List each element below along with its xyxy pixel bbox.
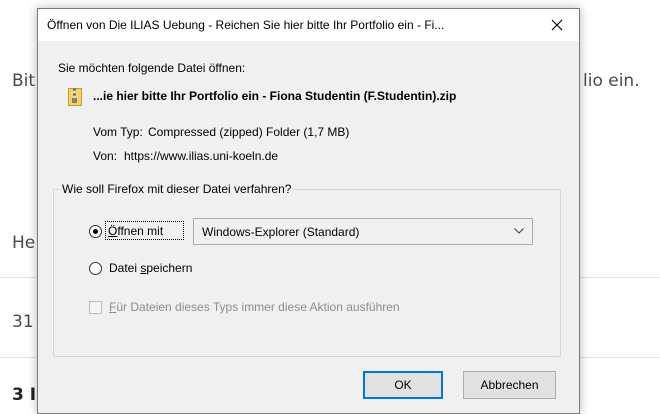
file-name: ...ie hier bitte Ihr Portfolio ein - Fio…	[93, 89, 457, 103]
zip-folder-icon	[68, 88, 82, 106]
file-type-label: Vom Typ:	[93, 125, 143, 139]
close-icon	[551, 19, 563, 31]
file-source-value: https://www.ilias.uni-koeln.de	[124, 149, 279, 163]
dialog-content: Sie möchten folgende Datei öffnen: ...ie…	[38, 41, 579, 413]
open-with-label[interactable]: Öffnen mit	[108, 224, 163, 238]
save-file-label[interactable]: Datei speichern	[109, 261, 192, 275]
always-action-label: Für Dateien dieses Typs immer diese Akti…	[109, 300, 400, 314]
background-row-bold-text: 3 I	[12, 385, 37, 405]
radio-selected-dot	[93, 229, 98, 234]
background-heading: He	[12, 233, 36, 253]
action-group-legend: Wie soll Firefox mit dieser Datei verfah…	[59, 182, 295, 196]
cancel-button[interactable]: Abbrechen	[463, 371, 556, 399]
open-with-radio[interactable]	[89, 225, 102, 238]
background-text-right: lio ein.	[583, 71, 640, 91]
always-action-label-rest: ür Dateien dieses Typs immer diese Aktio…	[116, 300, 400, 314]
close-button[interactable]	[535, 9, 579, 41]
open-file-dialog: Öffnen von Die ILIAS Uebung - Reichen Si…	[37, 8, 580, 414]
open-with-label-rest: ffnen mit	[117, 224, 164, 238]
dialog-intro-text: Sie möchten folgende Datei öffnen:	[58, 61, 246, 75]
open-with-accelerator: Ö	[108, 224, 118, 238]
ok-button[interactable]: OK	[363, 371, 443, 399]
background-row-text: 31	[12, 312, 34, 332]
save-file-label-pre: Datei	[109, 261, 141, 275]
dialog-titlebar: Öffnen von Die ILIAS Uebung - Reichen Si…	[38, 9, 579, 41]
chevron-down-icon	[514, 228, 524, 234]
dialog-title: Öffnen von Die ILIAS Uebung - Reichen Si…	[47, 18, 445, 32]
file-source-label: Von:	[93, 149, 118, 163]
file-type-value: Compressed (zipped) Folder (1,7 MB)	[148, 125, 350, 139]
background-text-left: Bit	[12, 71, 36, 91]
application-select-value: Windows-Explorer (Standard)	[202, 225, 360, 239]
save-file-label-rest: peichern	[146, 261, 193, 275]
always-action-checkbox[interactable]	[89, 301, 102, 314]
save-file-radio[interactable]	[89, 262, 102, 275]
application-select[interactable]: Windows-Explorer (Standard)	[193, 218, 533, 245]
